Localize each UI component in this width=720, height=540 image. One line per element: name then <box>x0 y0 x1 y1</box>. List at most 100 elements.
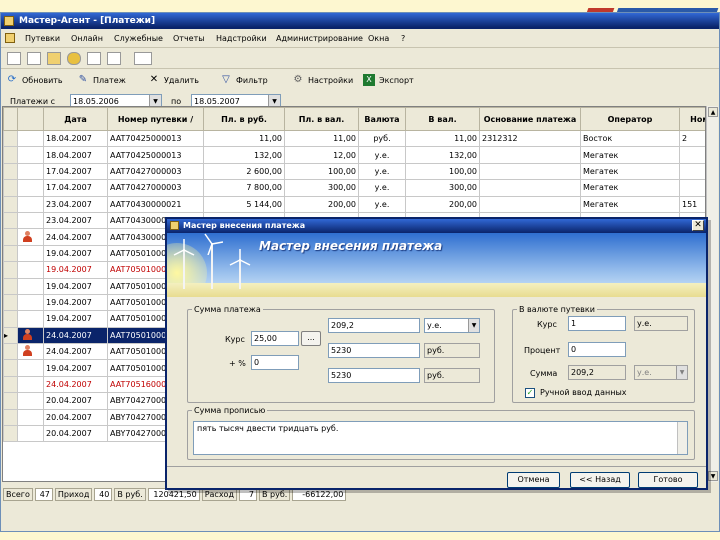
settings-button[interactable]: ⚙ Настройки <box>292 73 354 87</box>
row-marker[interactable] <box>3 261 18 279</box>
header-pay-rub[interactable]: Пл. в руб. <box>203 107 285 131</box>
row-icon-cell <box>17 375 44 394</box>
header-pay-cur[interactable]: Пл. в вал. <box>284 107 359 131</box>
row-marker[interactable] <box>3 293 18 312</box>
date-from-value: 18.05.2006 <box>73 97 119 106</box>
row-marker[interactable] <box>3 228 18 246</box>
cell-date: 23.04.2007 <box>43 195 108 213</box>
cell-date: 24.04.2007 <box>43 326 108 345</box>
scroll-up-icon[interactable]: ▲ <box>708 107 718 117</box>
export-button[interactable]: X Экспорт <box>363 73 414 87</box>
menu-reports[interactable]: Отчеты <box>173 34 205 43</box>
cell-pay-rub: 132,00 <box>203 146 285 164</box>
row-marker[interactable] <box>3 129 18 148</box>
row-marker[interactable] <box>3 425 18 443</box>
row-icon-cell <box>17 343 44 361</box>
icon-toolbar <box>1 49 719 69</box>
table-row[interactable]: 23.04.2007 AAT70430000021 5 144,00 200,00 у.… <box>3 195 705 213</box>
menu-windows[interactable]: Окна <box>368 34 389 43</box>
action-toolbar: ⟳ Обновить ✎ Платеж ✕ Удалить ▽ Фильтр ⚙… <box>1 70 719 90</box>
currency-select[interactable]: у.е. ▼ <box>424 318 480 333</box>
amount-rub-currency: руб. <box>424 343 480 358</box>
header-operator[interactable]: Оператор <box>580 107 680 131</box>
filter-icon: ▽ <box>222 74 230 85</box>
cell-num <box>679 179 705 197</box>
row-marker[interactable] <box>3 310 18 328</box>
sum-in-words-field[interactable]: пять тысяч двести тридцать руб. <box>193 421 688 455</box>
payment-icon: ✎ <box>78 74 88 85</box>
menu-online[interactable]: Онлайн <box>71 34 103 43</box>
table-row[interactable]: 17.04.2007 AAT70427000003 7 800,00 300,00 у.… <box>3 179 705 197</box>
copy-doc-icon[interactable] <box>27 52 41 65</box>
manual-input-checkbox[interactable]: ✓ <box>525 388 535 398</box>
menu-app-icon[interactable] <box>5 33 15 43</box>
header-in-cur[interactable]: В вал. <box>405 107 480 131</box>
menu-addons[interactable]: Надстройки <box>216 34 267 43</box>
cancel-button[interactable]: Отмена <box>507 472 560 488</box>
words-group-title: Сумма прописью <box>194 406 266 415</box>
menu-bar: Путевки Онлайн Служебные Отчеты Надстрой… <box>1 30 719 48</box>
memo-scrollbar[interactable] <box>677 422 687 454</box>
filter-button[interactable]: ▽ Фильтр <box>220 73 268 87</box>
row-marker[interactable] <box>3 343 18 361</box>
doc-icon[interactable] <box>107 52 121 65</box>
row-marker[interactable] <box>3 408 18 427</box>
table-row[interactable]: 18.04.2007 AAT70425000013 11,00 11,00 руб. 11… <box>3 129 705 148</box>
percent-input[interactable]: 0 <box>251 355 299 370</box>
list-icon[interactable] <box>87 52 101 65</box>
cell-currency: у.е. <box>358 179 406 197</box>
refresh-button[interactable]: ⟳ Обновить <box>6 73 63 87</box>
back-button[interactable]: << Назад <box>570 472 630 488</box>
coins-icon[interactable] <box>67 52 81 65</box>
chevron-down-icon[interactable]: ▼ <box>468 319 479 332</box>
row-marker[interactable] <box>3 392 18 410</box>
cell-pay-cur: 100,00 <box>284 162 359 181</box>
cell-date: 17.04.2007 <box>43 162 108 181</box>
delete-button[interactable]: ✕ Удалить <box>148 73 199 87</box>
table-row[interactable]: 17.04.2007 AAT70427000003 2 600,00 100,00 у.… <box>3 162 705 181</box>
row-marker[interactable] <box>3 375 18 394</box>
rate-ellipsis-button[interactable]: ... <box>301 331 321 346</box>
row-marker[interactable]: ▸ <box>3 326 18 345</box>
sort-icon: / <box>190 114 194 124</box>
close-icon[interactable]: ✕ <box>692 220 704 231</box>
header-voucher[interactable]: Номер путевки / <box>107 107 204 131</box>
row-marker[interactable] <box>3 244 18 263</box>
status-total-value: 47 <box>34 488 53 501</box>
done-button[interactable]: Готово <box>638 472 698 488</box>
cell-in-cur: 132,00 <box>405 146 480 164</box>
cell-basis <box>479 162 581 181</box>
header-date[interactable]: Дата <box>43 107 108 131</box>
row-marker[interactable] <box>3 162 18 181</box>
table-row[interactable]: 18.04.2007 AAT70425000013 132,00 12,00 у.е. 1… <box>3 146 705 164</box>
row-marker[interactable] <box>3 146 18 164</box>
menu-help[interactable]: ? <box>401 34 405 43</box>
menu-service[interactable]: Служебные <box>114 34 163 43</box>
header-num[interactable]: Ном <box>679 107 705 131</box>
menu-admin[interactable]: Администрирование <box>276 34 363 43</box>
amount-currency-input[interactable]: 209,2 <box>328 318 420 333</box>
row-marker[interactable] <box>3 359 18 377</box>
row-marker[interactable] <box>3 211 18 230</box>
amount-rub-input[interactable]: 5230 <box>328 343 420 358</box>
payments-to-label: по <box>171 97 182 106</box>
new-doc-icon[interactable] <box>7 52 21 65</box>
voucher-percent-input[interactable]: 0 <box>568 342 626 357</box>
row-icon-cell <box>17 392 44 410</box>
voucher-rate-input[interactable]: 1 <box>568 316 626 331</box>
row-marker[interactable] <box>3 195 18 213</box>
row-marker[interactable] <box>3 277 18 295</box>
people-icon[interactable] <box>47 52 61 65</box>
dialog-footer-divider <box>167 466 706 467</box>
header-basis[interactable]: Основание платежа <box>479 107 581 131</box>
rate-input[interactable]: 25,00 <box>251 331 299 346</box>
print-icon[interactable] <box>134 52 152 65</box>
row-marker[interactable] <box>3 179 18 197</box>
payment-button[interactable]: ✎ Платеж <box>77 73 126 87</box>
status-income-rub-label: В руб. <box>114 488 146 501</box>
header-currency[interactable]: Валюта <box>358 107 406 131</box>
scroll-down-icon[interactable]: ▼ <box>708 471 718 481</box>
header-icon <box>17 107 44 131</box>
amount-total-input[interactable]: 5230 <box>328 368 420 383</box>
menu-vouchers[interactable]: Путевки <box>25 34 60 43</box>
